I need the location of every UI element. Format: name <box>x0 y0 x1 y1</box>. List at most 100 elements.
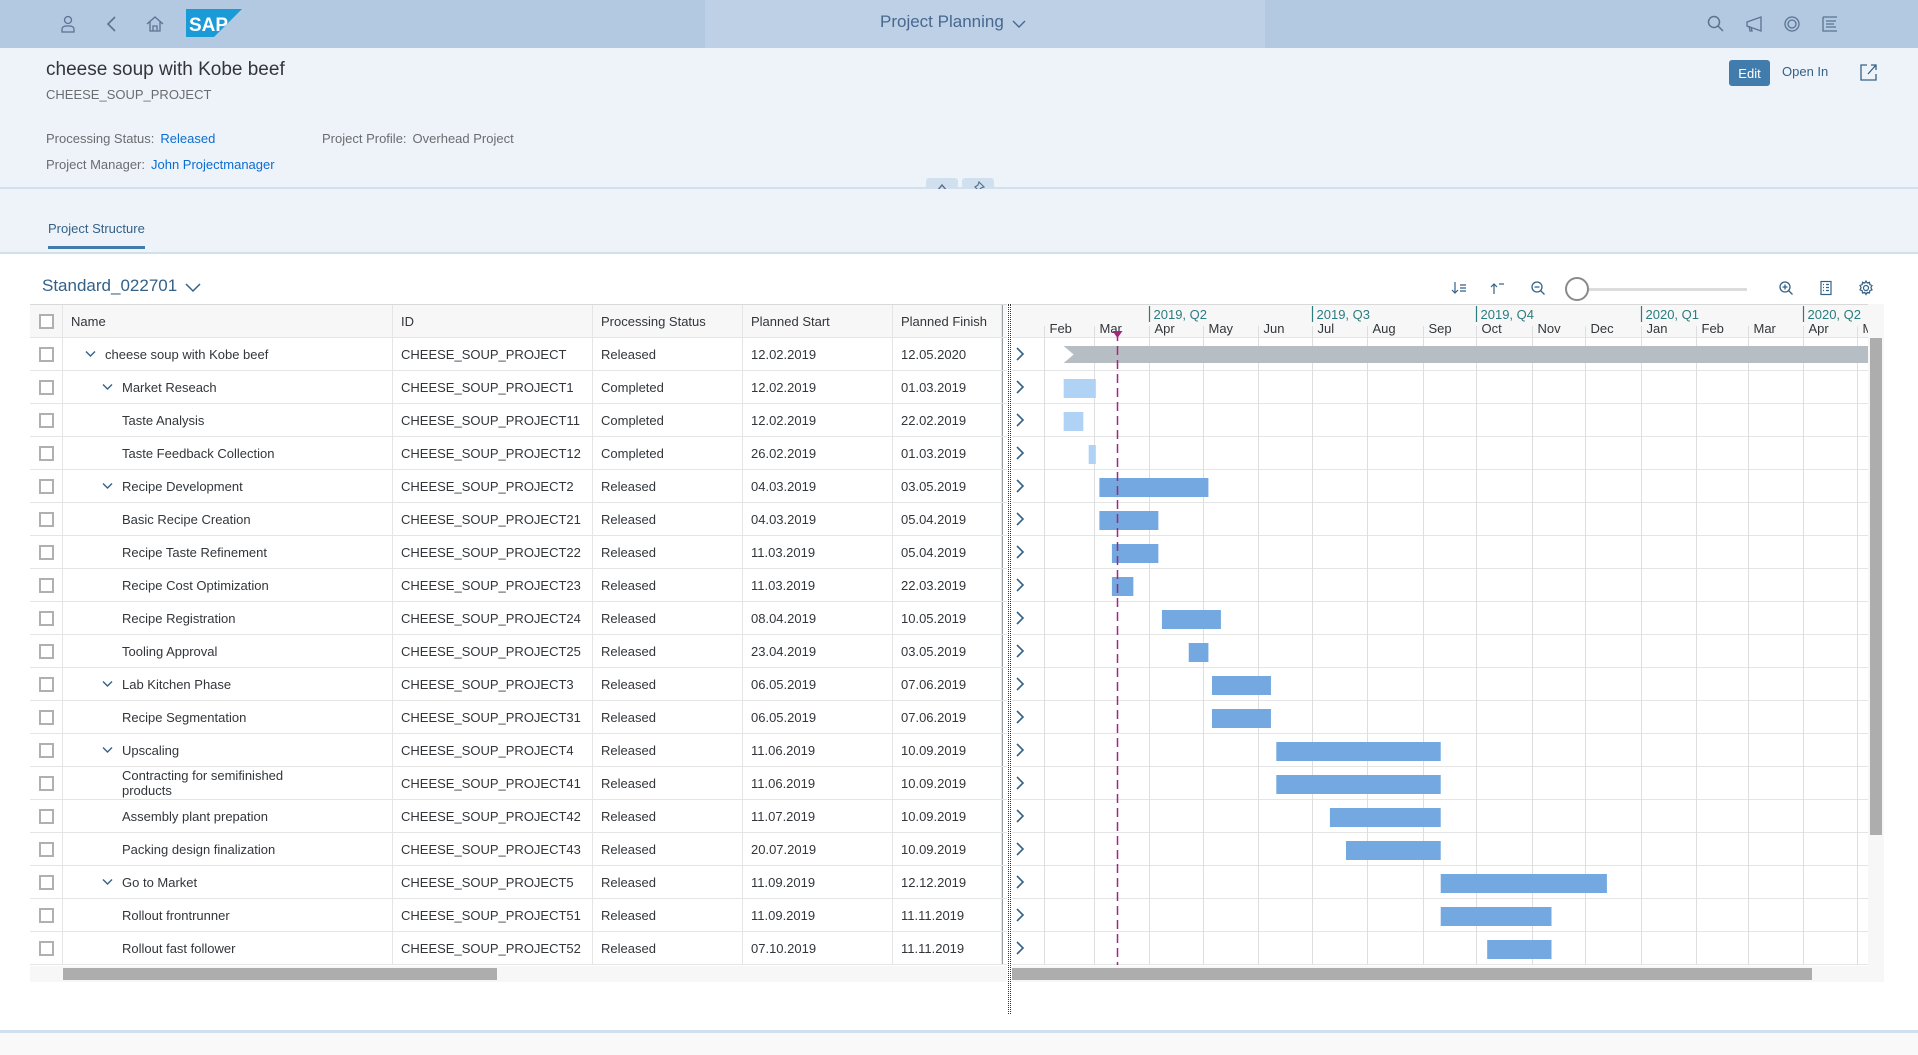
table-row[interactable]: Recipe Cost Optimization CHEESE_SOUP_PROJ… <box>30 569 1024 602</box>
task-bar[interactable] <box>1111 544 1159 563</box>
table-row[interactable]: Taste Feedback Collection CHEESE_SOUP_PRO… <box>30 437 1024 470</box>
vertical-scrollbar[interactable] <box>1870 338 1882 835</box>
project-manager-link[interactable]: John Projectmanager <box>151 157 275 172</box>
column-header-planned-finish[interactable]: Planned Finish <box>893 305 1002 337</box>
variant-selector[interactable]: Standard_022701 <box>42 276 201 296</box>
project-summary-bar[interactable] <box>1063 346 1868 363</box>
row-checkbox[interactable] <box>39 775 54 791</box>
expand-toggle[interactable] <box>81 345 99 363</box>
row-checkbox[interactable] <box>39 643 54 659</box>
row-checkbox[interactable] <box>39 346 54 362</box>
sap-logo[interactable]: SAP <box>186 9 242 37</box>
gantt-scroll-thumb[interactable] <box>1012 968 1812 980</box>
tab-project-structure[interactable]: Project Structure <box>48 221 145 249</box>
row-checkbox[interactable] <box>39 742 54 758</box>
task-bar[interactable] <box>1440 907 1552 926</box>
task-bar[interactable] <box>1211 676 1271 695</box>
column-header-processing-status[interactable]: Processing Status <box>593 305 743 337</box>
expand-toggle[interactable] <box>98 378 116 396</box>
processing-status-link[interactable]: Released <box>160 131 215 146</box>
table-row[interactable]: Assembly plant prepation CHEESE_SOUP_PROJ… <box>30 800 1024 833</box>
expand-toggle[interactable] <box>98 675 116 693</box>
row-select-cell <box>30 437 63 469</box>
row-checkbox[interactable] <box>39 577 54 593</box>
task-bar[interactable] <box>1161 610 1221 629</box>
row-checkbox[interactable] <box>39 478 54 494</box>
row-checkbox[interactable] <box>39 544 54 560</box>
table-row[interactable]: Recipe Development CHEESE_SOUP_PROJECT2 Re… <box>30 470 1024 503</box>
table-row[interactable]: Taste Analysis CHEESE_SOUP_PROJECT11 Compl… <box>30 404 1024 437</box>
row-checkbox[interactable] <box>39 379 54 395</box>
row-checkbox[interactable] <box>39 676 54 692</box>
task-bar[interactable] <box>1346 841 1441 860</box>
back-icon[interactable] <box>98 10 126 38</box>
task-bar[interactable] <box>1329 808 1441 827</box>
expand-toggle[interactable] <box>98 741 116 759</box>
row-checkbox[interactable] <box>39 808 54 824</box>
row-checkbox[interactable] <box>39 445 54 461</box>
table-row[interactable]: Market Reseach CHEESE_SOUP_PROJECT1 Comple… <box>30 371 1024 404</box>
zoom-slider-handle[interactable] <box>1565 277 1589 301</box>
table-row[interactable]: Contracting for semifinished products CHE… <box>30 767 1024 800</box>
zoom-out-icon[interactable] <box>1527 277 1549 299</box>
task-bar[interactable] <box>1276 742 1441 761</box>
table-row[interactable]: Rollout fast follower CHEESE_SOUP_PROJECT… <box>30 932 1024 965</box>
open-in-button[interactable]: Open In <box>1782 64 1828 79</box>
app-title-menu[interactable]: Project Planning <box>880 12 1026 32</box>
table-row[interactable]: Rollout frontrunner CHEESE_SOUP_PROJECT51… <box>30 899 1024 932</box>
task-bar[interactable] <box>1099 478 1209 497</box>
row-checkbox[interactable] <box>39 412 54 428</box>
column-header-id[interactable]: ID <box>393 305 593 337</box>
table-row[interactable]: cheese soup with Kobe beef CHEESE_SOUP_PR… <box>30 338 1024 371</box>
table-gantt-splitter[interactable] <box>1008 304 1011 1014</box>
task-bar[interactable] <box>1211 709 1271 728</box>
task-bar[interactable] <box>1088 445 1096 464</box>
edit-button[interactable]: Edit <box>1729 60 1770 86</box>
row-checkbox[interactable] <box>39 709 54 725</box>
table-row[interactable]: Lab Kitchen Phase CHEESE_SOUP_PROJECT3 Rel… <box>30 668 1024 701</box>
task-bar[interactable] <box>1487 940 1552 959</box>
menu-icon[interactable] <box>1816 10 1844 38</box>
table-row[interactable]: Tooling Approval CHEESE_SOUP_PROJECT25 Rel… <box>30 635 1024 668</box>
task-bar[interactable] <box>1276 775 1441 794</box>
row-checkbox[interactable] <box>39 841 54 857</box>
settings-icon[interactable] <box>1855 277 1877 299</box>
table-row[interactable]: Recipe Registration CHEESE_SOUP_PROJECT24… <box>30 602 1024 635</box>
search-icon[interactable] <box>1702 10 1730 38</box>
expand-all-icon[interactable] <box>1448 277 1470 299</box>
row-checkbox[interactable] <box>39 907 54 923</box>
zoom-slider[interactable] <box>1565 277 1747 301</box>
table-horizontal-scrollbar[interactable] <box>30 966 1007 982</box>
row-checkbox[interactable] <box>39 610 54 626</box>
table-row[interactable]: Recipe Segmentation CHEESE_SOUP_PROJECT31… <box>30 701 1024 734</box>
select-all-checkbox[interactable] <box>39 313 54 329</box>
task-bar[interactable] <box>1063 379 1096 398</box>
task-bar[interactable] <box>1063 412 1084 431</box>
table-row[interactable]: Recipe Taste Refinement CHEESE_SOUP_PROJE… <box>30 536 1024 569</box>
table-row[interactable]: Basic Recipe Creation CHEESE_SOUP_PROJECT… <box>30 503 1024 536</box>
row-checkbox[interactable] <box>39 511 54 527</box>
expand-toggle[interactable] <box>98 873 116 891</box>
table-row[interactable]: Packing design finalization CHEESE_SOUP_P… <box>30 833 1024 866</box>
expand-toggle[interactable] <box>98 477 116 495</box>
zoom-in-icon[interactable] <box>1775 277 1797 299</box>
notifications-icon[interactable] <box>1740 10 1768 38</box>
table-row[interactable]: Go to Market CHEESE_SOUP_PROJECT5 Released… <box>30 866 1024 899</box>
task-bar[interactable] <box>1111 577 1134 596</box>
column-header-planned-start[interactable]: Planned Start <box>743 305 893 337</box>
collapse-all-icon[interactable] <box>1486 277 1508 299</box>
task-bar[interactable] <box>1099 511 1159 530</box>
gantt-horizontal-scrollbar[interactable] <box>1012 966 1868 982</box>
table-row[interactable]: Upscaling CHEESE_SOUP_PROJECT4 Released 11.… <box>30 734 1024 767</box>
task-bar[interactable] <box>1440 874 1607 893</box>
share-button[interactable] <box>1858 61 1880 83</box>
copilot-icon[interactable] <box>1778 10 1806 38</box>
row-checkbox[interactable] <box>39 940 54 956</box>
column-header-name[interactable]: Name <box>63 305 393 337</box>
table-scroll-thumb[interactable] <box>63 968 497 980</box>
home-icon[interactable] <box>141 10 169 38</box>
row-checkbox[interactable] <box>39 874 54 890</box>
user-icon[interactable] <box>54 10 82 38</box>
table-settings-icon[interactable] <box>1815 277 1837 299</box>
task-bar[interactable] <box>1188 643 1209 662</box>
